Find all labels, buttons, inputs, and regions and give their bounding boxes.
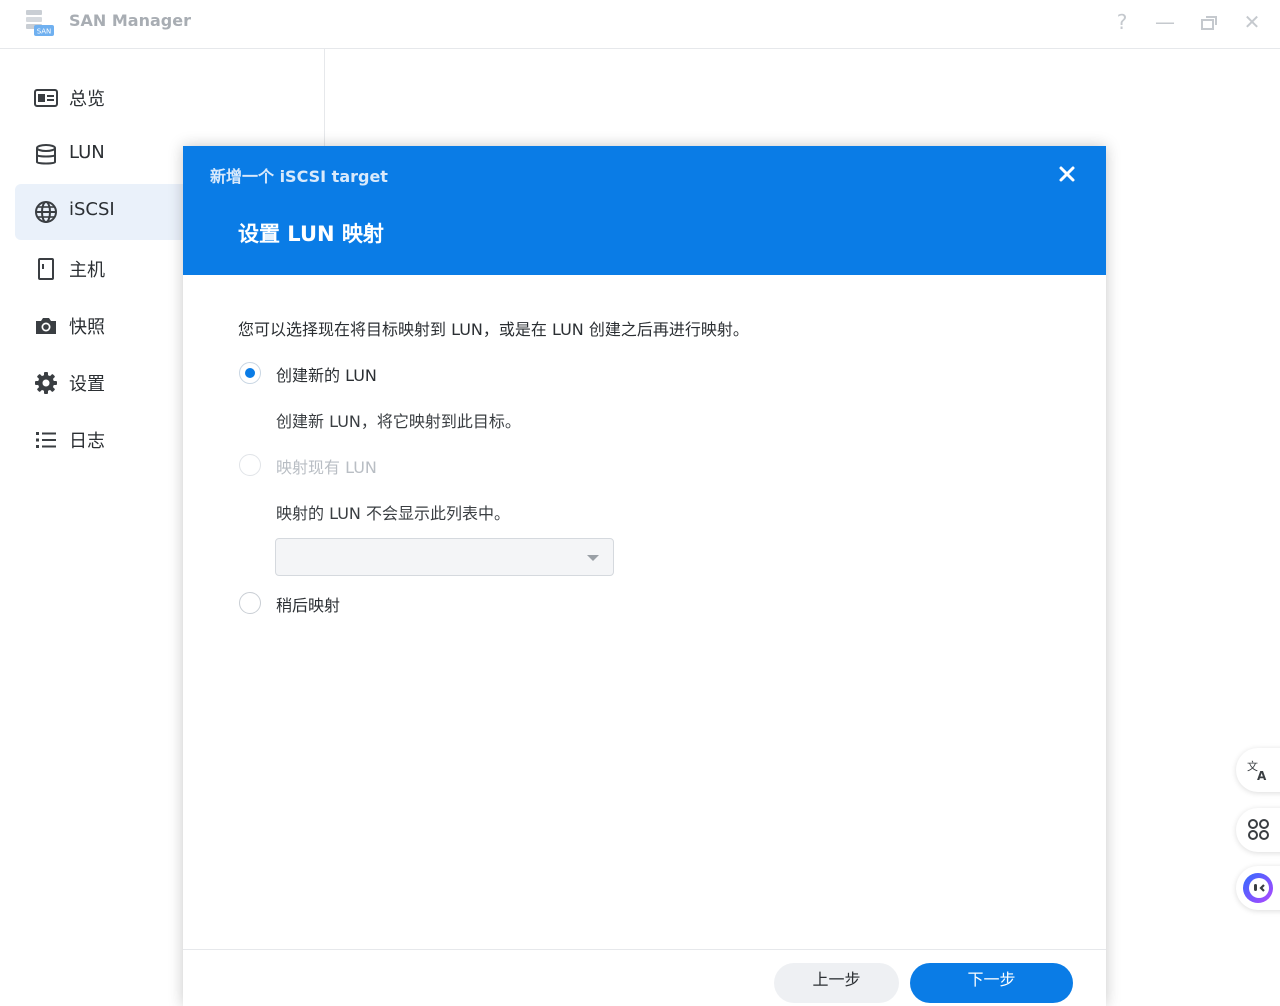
sidebar-item-label: 设置 <box>69 374 105 395</box>
assistant-face-icon <box>1243 873 1273 903</box>
apps-grid-button[interactable] <box>1236 808 1280 852</box>
sidebar-item-label: 快照 <box>69 317 105 338</box>
camera-icon <box>34 314 58 338</box>
app-title: SAN Manager <box>69 11 191 30</box>
create-iscsi-target-dialog: 新增一个 iSCSI target 设置 LUN 映射 您可以选择现在将目标映射… <box>183 146 1106 1006</box>
dialog-close-icon[interactable] <box>1055 162 1079 186</box>
assistant-button[interactable] <box>1236 866 1280 910</box>
map-existing-lun-radio <box>239 454 261 476</box>
chevron-down-icon <box>587 555 599 561</box>
create-new-lun-description: 创建新 LUN，将它映射到此目标。 <box>276 412 521 431</box>
list-icon <box>34 428 58 452</box>
apps-grid-icon <box>1248 819 1269 840</box>
database-icon <box>34 143 58 167</box>
overview-card-icon <box>34 86 58 110</box>
next-step-button[interactable]: 下一步 <box>910 963 1073 1003</box>
sidebar-item-label: 主机 <box>69 260 105 281</box>
map-later-label[interactable]: 稍后映射 <box>276 592 340 616</box>
san-manager-logo-icon: SAN <box>24 8 56 38</box>
host-icon <box>34 257 58 281</box>
help-icon[interactable]: ? <box>1110 11 1134 35</box>
svg-text:SAN: SAN <box>37 28 52 36</box>
svg-text:A: A <box>1257 769 1267 782</box>
map-existing-lun-label: 映射现有 LUN <box>276 458 377 477</box>
create-new-lun-radio[interactable] <box>239 362 261 384</box>
map-existing-lun-description: 映射的 LUN 不会显示此列表中。 <box>276 504 510 523</box>
sidebar-item-overview[interactable]: 总览 <box>15 70 324 126</box>
sidebar-item-label: LUN <box>69 142 105 163</box>
existing-lun-select <box>275 538 614 576</box>
dialog-header: 新增一个 iSCSI target 设置 LUN 映射 <box>183 146 1106 275</box>
restore-icon[interactable] <box>1197 11 1221 35</box>
minimize-icon[interactable]: — <box>1153 11 1177 35</box>
dialog-intro-text: 您可以选择现在将目标映射到 LUN，或是在 LUN 创建之后再进行映射。 <box>238 320 749 339</box>
sidebar-item-label: iSCSI <box>69 199 115 220</box>
window-titlebar: SAN SAN Manager ? — ✕ <box>0 0 1280 49</box>
previous-step-button[interactable]: 上一步 <box>774 963 899 1003</box>
translate-button[interactable]: 文 A <box>1236 748 1280 792</box>
dialog-subtitle: 新增一个 iSCSI target <box>210 167 388 186</box>
translate-icon: 文 A <box>1247 759 1267 782</box>
globe-icon <box>34 200 58 224</box>
sidebar-item-label: 日志 <box>69 431 105 452</box>
create-new-lun-label[interactable]: 创建新的 LUN <box>276 362 377 386</box>
gear-icon <box>34 371 58 395</box>
map-later-radio[interactable] <box>239 592 261 614</box>
sidebar-item-label: 总览 <box>69 89 105 110</box>
close-window-icon[interactable]: ✕ <box>1240 11 1264 35</box>
dialog-footer-divider <box>183 949 1106 950</box>
dialog-title: 设置 LUN 映射 <box>238 222 384 246</box>
